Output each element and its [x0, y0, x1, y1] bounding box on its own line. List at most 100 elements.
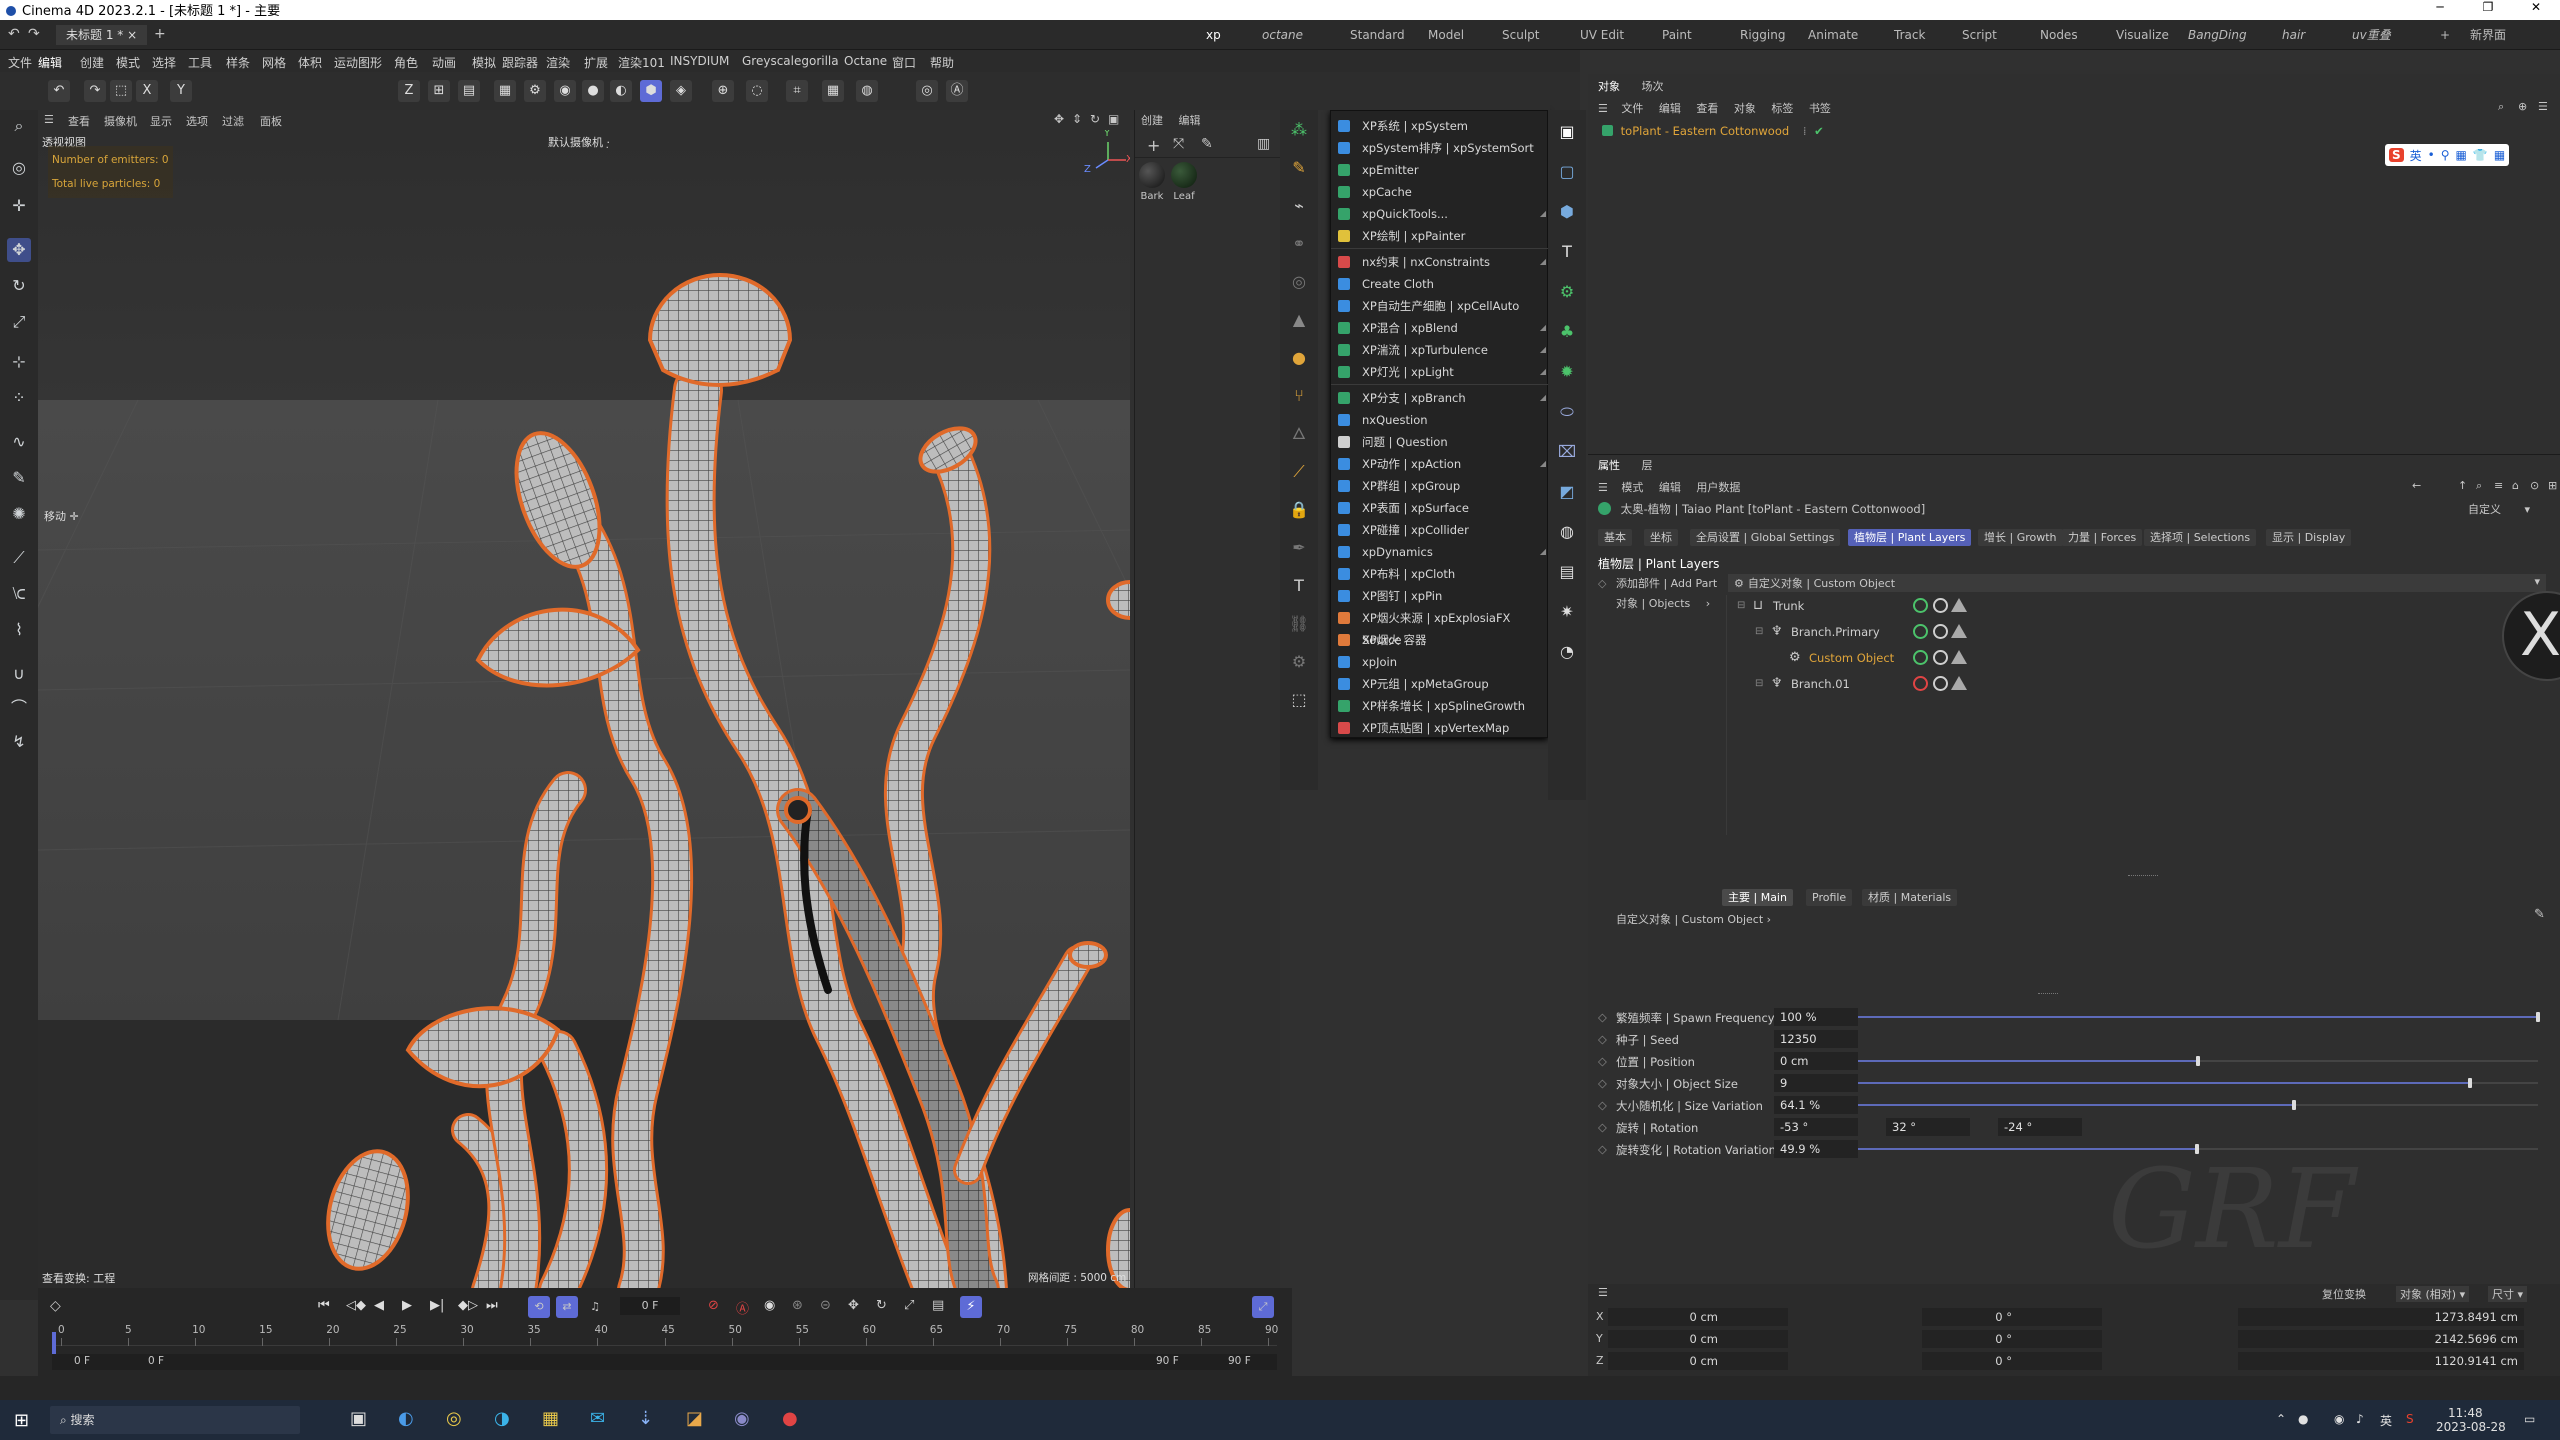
- menu-item-16[interactable]: 渲染101: [618, 54, 665, 71]
- dropdown-item-19[interactable]: xpDynamics ◢: [1331, 541, 1549, 563]
- layout-tab-3[interactable]: Model: [1428, 26, 1464, 44]
- dropdown-item-23[interactable]: XP烟火 容器: [1331, 629, 1549, 651]
- filter-icon[interactable]: ⊕: [2518, 100, 2527, 113]
- transform-icon[interactable]: ✛: [7, 194, 31, 218]
- magnet-icon[interactable]: ∪: [7, 662, 31, 686]
- tab-takes[interactable]: 场次: [1642, 80, 1664, 93]
- attr-subtab-7[interactable]: 显示 | Display: [2266, 529, 2352, 546]
- solo-circle-icon[interactable]: [1933, 650, 1948, 665]
- tray-speaker-icon[interactable]: ♪: [2356, 1412, 2364, 1426]
- speed-icon[interactable]: ◔: [1555, 640, 1579, 664]
- capsule-icon[interactable]: ⬭: [1555, 400, 1579, 424]
- new-window-icon[interactable]: ⊞: [2548, 479, 2557, 492]
- material-menu-edit[interactable]: 编辑: [1179, 114, 1201, 127]
- dropdown-item-27[interactable]: XP顶点贴图 | xpVertexMap: [1331, 717, 1549, 739]
- lock-icon[interactable]: 🔒: [1287, 498, 1311, 522]
- tab-attributes[interactable]: 属性: [1598, 459, 1620, 472]
- scale-icon[interactable]: ⤢: [7, 310, 31, 334]
- property-value[interactable]: -53 °: [1774, 1118, 1858, 1136]
- custom-object-button[interactable]: ⚙ 自定义对象 | Custom Object ▾: [1728, 574, 2546, 592]
- object-menu-view[interactable]: 查看: [1696, 102, 1718, 115]
- viewport-hamburger-icon[interactable]: ☰: [44, 113, 54, 126]
- menu-item-20[interactable]: 窗口: [892, 54, 916, 71]
- visibility-dots-icon[interactable]: ⁞: [1803, 124, 1807, 138]
- z-axis-icon[interactable]: Z: [398, 80, 420, 102]
- property-value[interactable]: 64.1 %: [1774, 1096, 1858, 1114]
- axis-tool-icon[interactable]: ⊹: [7, 350, 31, 374]
- motion-record-icon[interactable]: ⊛: [792, 1298, 803, 1313]
- bottom-tab-1[interactable]: Profile: [1806, 889, 1853, 906]
- go-start-icon[interactable]: ⏮: [318, 1298, 330, 1313]
- edit-pencil-icon[interactable]: ✎: [2534, 907, 2545, 922]
- menu-item-11[interactable]: 动画: [432, 54, 456, 71]
- maximize-view-icon[interactable]: ▣: [1108, 112, 1119, 126]
- cinema-logo-icon[interactable]: ◩: [1555, 480, 1579, 504]
- attr-subtab-4[interactable]: 增长 | Growth: [1978, 529, 2063, 546]
- layout-tab-14[interactable]: hair: [2282, 26, 2305, 44]
- preset-select[interactable]: 自定义 ▾: [2468, 501, 2548, 517]
- link-icon[interactable]: ⛓: [1287, 612, 1311, 636]
- plant-icon[interactable]: ♣: [1555, 320, 1579, 344]
- ime-mic-icon[interactable]: ⚲: [2441, 148, 2450, 162]
- maximize-button[interactable]: ❐: [2468, 0, 2508, 14]
- menu-item-17[interactable]: INSYDIUM: [670, 54, 729, 68]
- menu-item-8[interactable]: 体积: [298, 54, 322, 71]
- chrome-icon[interactable]: ◎: [446, 1408, 462, 1429]
- property-value[interactable]: 9: [1774, 1074, 1858, 1092]
- edge-mode-icon[interactable]: ◐: [610, 80, 632, 102]
- menu-item-10[interactable]: 角色: [394, 54, 418, 71]
- expand-toggle-icon[interactable]: ⊟: [1755, 673, 1763, 695]
- dropdown-item-5[interactable]: XP绘制 | xpPainter: [1331, 225, 1549, 247]
- camera-icon[interactable]: Ⓐ: [946, 80, 968, 102]
- list-icon[interactable]: ☰: [2538, 100, 2548, 113]
- record-icon[interactable]: ●: [782, 1408, 798, 1429]
- keyframe-diamond-icon[interactable]: ◇: [1598, 1076, 1607, 1090]
- property-value[interactable]: 49.9 %: [1774, 1140, 1858, 1158]
- menu-item-13[interactable]: 跟踪器: [502, 54, 538, 71]
- display-triangle-icon[interactable]: [1951, 650, 1967, 664]
- slider-knob[interactable]: [2291, 1100, 2296, 1110]
- windows-start-icon[interactable]: ⊞: [14, 1410, 29, 1431]
- material-menu-create[interactable]: 创建: [1141, 114, 1163, 127]
- brush-icon[interactable]: ⟋: [1287, 460, 1311, 484]
- render-picture-viewer-icon[interactable]: ▦: [494, 80, 516, 102]
- tray-mic-icon[interactable]: ●: [2298, 1412, 2308, 1426]
- range-start[interactable]: 0 F: [74, 1355, 90, 1367]
- knife-icon[interactable]: ⟈: [7, 582, 31, 606]
- menu-item-19[interactable]: Octane: [844, 54, 887, 68]
- ime-skin-icon[interactable]: 👕: [2473, 148, 2488, 162]
- position-field[interactable]: 0 cm: [1608, 1308, 1788, 1326]
- vpn-icon[interactable]: ⇣: [638, 1408, 653, 1429]
- property-value[interactable]: 12350: [1774, 1030, 1858, 1048]
- paint-icon[interactable]: ✺: [7, 502, 31, 526]
- expand-toggle-icon[interactable]: ⊟: [1755, 621, 1763, 643]
- range-end-preview[interactable]: 90 F: [1156, 1355, 1179, 1367]
- layout-tab-13[interactable]: BangDing: [2188, 26, 2247, 44]
- loop-icon[interactable]: ⟲: [528, 1296, 550, 1318]
- pos-key-icon[interactable]: ✥: [848, 1298, 859, 1313]
- dropdown-item-16[interactable]: XP群组 | xpGroup: [1331, 475, 1549, 497]
- grid-snap-icon[interactable]: ⌗: [786, 80, 808, 102]
- keyframe-diamond-icon[interactable]: ◇: [1598, 1010, 1607, 1024]
- object-menu-bookmarks[interactable]: 书签: [1809, 102, 1831, 115]
- move-icon[interactable]: ✥: [7, 238, 31, 262]
- bottom-tab-0[interactable]: 主要 | Main: [1722, 889, 1793, 906]
- taskbar-search[interactable]: ⌕ 搜索: [50, 1406, 300, 1434]
- ime-keyboard-icon[interactable]: ▦: [2456, 148, 2467, 162]
- search-icon[interactable]: ⌕: [2498, 100, 2504, 114]
- layout-tab-1[interactable]: octane: [1262, 26, 1303, 44]
- viewport-menu-1[interactable]: 摄像机: [104, 113, 137, 129]
- dropdown-item-18[interactable]: XP碰撞 | xpCollider: [1331, 519, 1549, 541]
- polygon-mode-icon[interactable]: ⬢: [640, 80, 662, 102]
- material-bark[interactable]: Bark: [1137, 162, 1167, 202]
- hamburger-icon[interactable]: ☰: [1598, 1286, 1608, 1299]
- menu-item-15[interactable]: 扩展: [584, 54, 608, 71]
- layout-tab-0[interactable]: xp: [1206, 26, 1221, 44]
- enabled-check-icon[interactable]: [1913, 598, 1928, 613]
- property-value[interactable]: 0 cm: [1774, 1052, 1858, 1070]
- explorer-icon[interactable]: ▦: [542, 1408, 559, 1429]
- keyframe-diamond-icon[interactable]: ◇: [1598, 1142, 1607, 1156]
- redo-icon[interactable]: ↷: [28, 26, 40, 42]
- dropdown-item-1[interactable]: xpSystem排序 | xpSystemSort: [1331, 137, 1549, 159]
- pen-icon[interactable]: ✒: [1287, 536, 1311, 560]
